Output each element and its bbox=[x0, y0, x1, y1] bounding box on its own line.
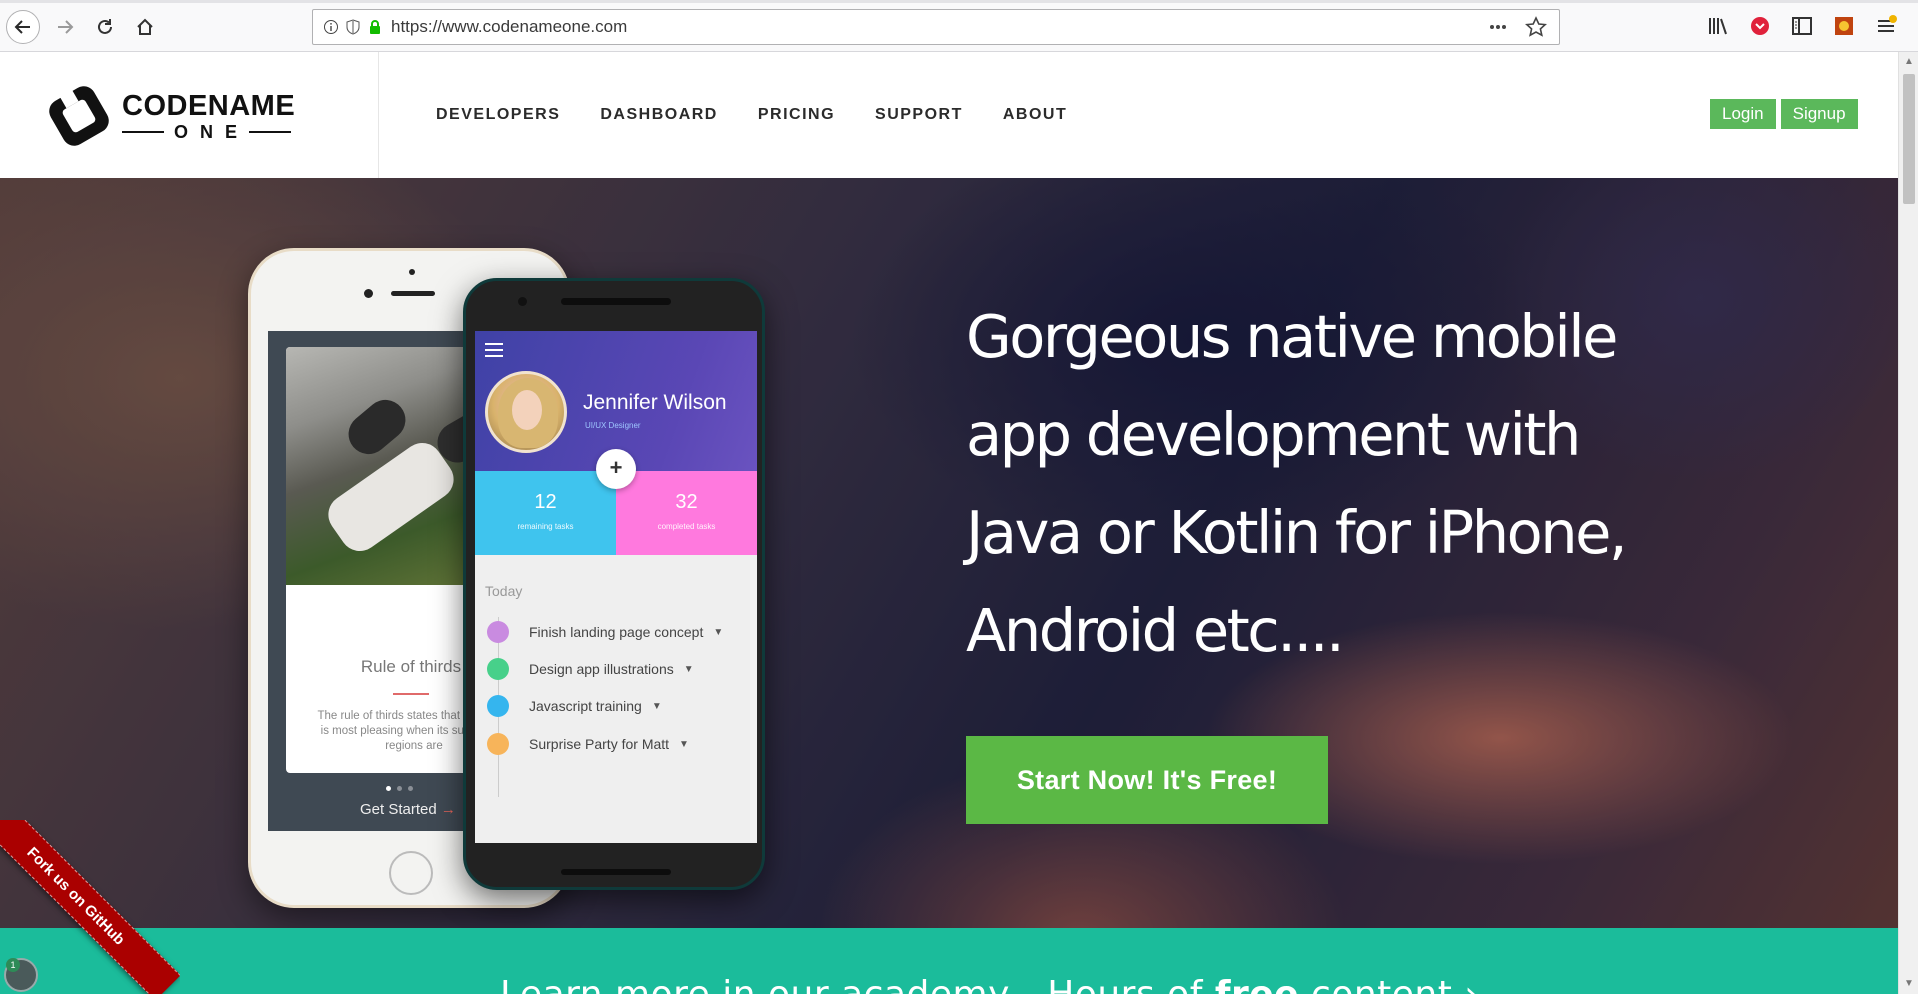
chevron-down-icon: ▼ bbox=[651, 700, 662, 712]
browser-toolbar: https://www.codenameone.com bbox=[0, 0, 1918, 52]
star-icon[interactable] bbox=[1525, 16, 1547, 38]
header-divider bbox=[378, 52, 379, 178]
academy-banner-text[interactable]: Learn more in our academy - Hours of fre… bbox=[500, 974, 1479, 994]
chevron-down-icon: ▼ bbox=[713, 626, 724, 638]
task-item: Surprise Party for Matt ▼ bbox=[487, 733, 689, 755]
notification-bubble[interactable]: 1 bbox=[4, 958, 38, 992]
back-arrow-icon bbox=[14, 20, 30, 34]
sidebar-icon bbox=[1792, 17, 1812, 35]
nav-developers[interactable]: DEVELOPERS bbox=[436, 106, 560, 124]
profile-role: UI/UX Designer bbox=[585, 421, 641, 430]
main-nav: DEVELOPERS DASHBOARD PRICING SUPPORT ABO… bbox=[436, 106, 1067, 124]
avatar bbox=[485, 371, 567, 453]
remaining-tasks-stat: 12 remaining tasks bbox=[475, 471, 616, 555]
menu-button[interactable] bbox=[1874, 12, 1898, 40]
more-dots-icon[interactable] bbox=[1487, 16, 1509, 38]
task-item: Javascript training ▼ bbox=[487, 695, 662, 717]
reload-button[interactable] bbox=[88, 10, 122, 44]
nav-about[interactable]: ABOUT bbox=[1003, 106, 1067, 124]
lock-icon bbox=[370, 20, 380, 34]
nav-dashboard[interactable]: DASHBOARD bbox=[600, 106, 718, 124]
reload-icon bbox=[98, 19, 112, 34]
task-item: Finish landing page concept ▼ bbox=[487, 621, 723, 643]
nav-pricing[interactable]: PRICING bbox=[758, 106, 835, 124]
logo-mark-icon bbox=[49, 86, 109, 146]
iphone-home-button bbox=[389, 851, 433, 895]
pocket-icon bbox=[1751, 17, 1769, 35]
android-mockup: Jennifer Wilson UI/UX Designer 12 remain… bbox=[463, 278, 765, 890]
android-screen: Jennifer Wilson UI/UX Designer 12 remain… bbox=[475, 331, 757, 843]
get-started-link: Get Started → bbox=[360, 801, 456, 818]
task-item: Design app illustrations ▼ bbox=[487, 658, 694, 680]
chevron-down-icon: ▼ bbox=[683, 663, 694, 675]
shield-icon[interactable] bbox=[345, 19, 361, 35]
scroll-down-icon[interactable]: ▼ bbox=[1903, 978, 1915, 990]
forward-button[interactable] bbox=[48, 10, 82, 44]
extension-button[interactable] bbox=[1832, 12, 1856, 40]
scroll-up-icon[interactable]: ▲ bbox=[1903, 56, 1915, 68]
tab-strip bbox=[0, 0, 1918, 3]
hero-headline: Gorgeous native mobile app development w… bbox=[966, 302, 1628, 665]
forward-arrow-icon bbox=[58, 20, 74, 34]
completed-tasks-stat: 32 completed tasks bbox=[616, 471, 757, 555]
home-button[interactable] bbox=[128, 10, 162, 44]
pocket-button[interactable] bbox=[1748, 12, 1772, 40]
academy-banner[interactable]: Learn more in our academy - Hours of fre… bbox=[0, 928, 1898, 994]
auth-buttons: Login Signup bbox=[1710, 99, 1858, 129]
back-button[interactable] bbox=[6, 10, 40, 44]
add-icon: + bbox=[596, 449, 636, 489]
url-text[interactable]: https://www.codenameone.com bbox=[391, 17, 1487, 37]
arrow-right-icon: → bbox=[440, 801, 456, 818]
codename-one-logo[interactable]: CODENAME ONE bbox=[42, 78, 312, 154]
library-icon bbox=[1709, 18, 1727, 35]
logo-line-2: ONE bbox=[174, 121, 250, 142]
notification-count: 1 bbox=[6, 958, 20, 972]
library-button[interactable] bbox=[1706, 12, 1730, 40]
chevron-down-icon: ▼ bbox=[679, 738, 689, 750]
today-label: Today bbox=[485, 583, 523, 599]
page-indicator bbox=[386, 786, 413, 791]
page-scrollbar[interactable]: ▲ ▼ bbox=[1898, 52, 1918, 994]
extension-icon bbox=[1835, 17, 1853, 35]
nav-support[interactable]: SUPPORT bbox=[875, 106, 963, 124]
hamburger-icon bbox=[485, 343, 503, 361]
login-button[interactable]: Login bbox=[1710, 99, 1776, 129]
signup-button[interactable]: Signup bbox=[1780, 99, 1858, 129]
hero-section: Rule of thirds The rule of thirds states… bbox=[0, 178, 1898, 928]
profile-name: Jennifer Wilson bbox=[583, 391, 727, 414]
scroll-thumb[interactable] bbox=[1903, 74, 1915, 204]
start-now-button[interactable]: Start Now! It's Free! bbox=[966, 736, 1328, 824]
hamburger-menu-icon bbox=[1878, 15, 1897, 32]
home-icon bbox=[137, 18, 153, 35]
site-header: CODENAME ONE DEVELOPERS DASHBOARD PRICIN… bbox=[0, 52, 1898, 178]
address-bar[interactable]: https://www.codenameone.com bbox=[312, 9, 1560, 45]
sidebar-button[interactable] bbox=[1790, 12, 1814, 40]
logo-line-1: CODENAME bbox=[122, 89, 296, 122]
info-icon[interactable] bbox=[323, 19, 339, 35]
